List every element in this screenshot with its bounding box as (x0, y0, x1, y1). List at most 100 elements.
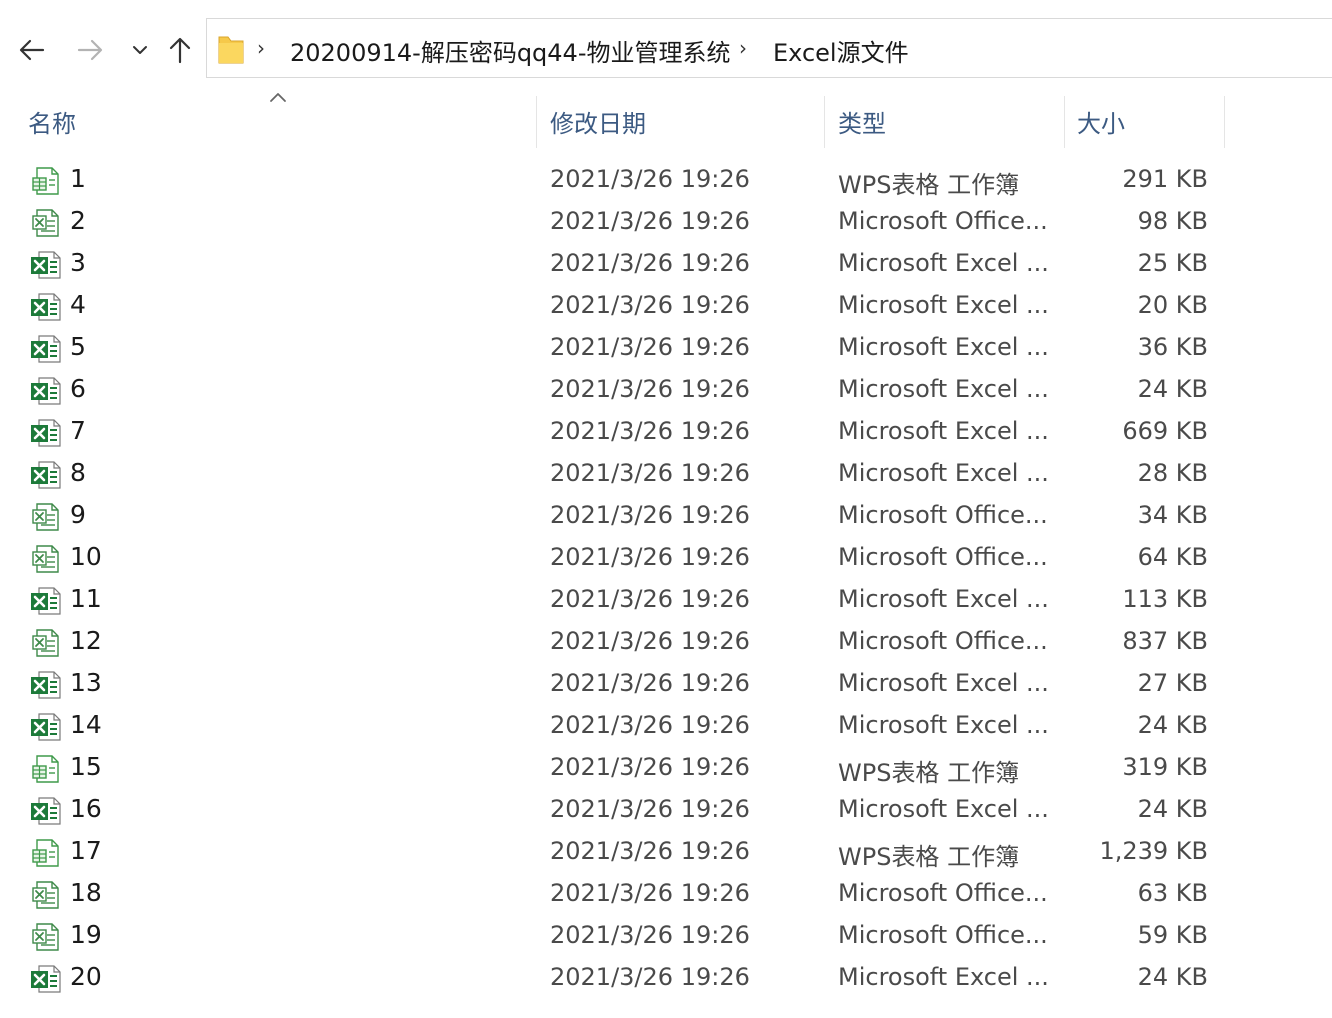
file-modified-date: 2021/3/26 19:26 (550, 375, 750, 403)
excel-file-icon (30, 585, 62, 617)
file-modified-date: 2021/3/26 19:26 (550, 459, 750, 487)
folder-icon (218, 36, 244, 64)
file-row[interactable]: 18 2021/3/26 19:26 Microsoft Office... 63 K… (0, 874, 1332, 916)
file-row[interactable]: 14 2021/3/26 19:26 Microsoft Excel ... 24 K… (0, 706, 1332, 748)
file-modified-date: 2021/3/26 19:26 (550, 585, 750, 613)
file-size: 20 KB (1137, 291, 1208, 319)
file-modified-date: 2021/3/26 19:26 (550, 333, 750, 361)
file-type: Microsoft Excel ... (838, 585, 1049, 613)
file-name: 18 (70, 878, 102, 907)
file-size: 291 KB (1122, 165, 1208, 193)
file-size: 1,239 KB (1099, 837, 1208, 865)
chevron-down-icon (133, 46, 147, 54)
file-row[interactable]: 16 2021/3/26 19:26 Microsoft Excel ... 24 K… (0, 790, 1332, 832)
file-modified-date: 2021/3/26 19:26 (550, 669, 750, 697)
file-row[interactable]: 15 2021/3/26 19:26 WPS表格 工作簿 319 KB (0, 748, 1332, 790)
column-header-type-label: 类型 (838, 109, 886, 138)
file-name: 4 (70, 290, 86, 319)
office-excel-file-icon (30, 879, 62, 911)
file-type: Microsoft Office... (838, 879, 1048, 907)
file-row[interactable]: 9 2021/3/26 19:26 Microsoft Office... 34 KB (0, 496, 1332, 538)
column-header-name[interactable]: 名称 (28, 92, 528, 150)
file-size: 28 KB (1137, 459, 1208, 487)
column-header-size[interactable]: 大小 (1077, 92, 1217, 150)
column-divider[interactable] (536, 96, 537, 148)
file-row[interactable]: 19 2021/3/26 19:26 Microsoft Office... 59 K… (0, 916, 1332, 958)
excel-file-icon (30, 711, 62, 743)
excel-file-icon (30, 459, 62, 491)
file-row[interactable]: 17 2021/3/26 19:26 WPS表格 工作簿 1,239 KB (0, 832, 1332, 874)
file-size: 24 KB (1137, 795, 1208, 823)
file-size: 59 KB (1137, 921, 1208, 949)
file-size: 34 KB (1137, 501, 1208, 529)
file-name: 2 (70, 206, 86, 235)
file-name: 13 (70, 668, 102, 697)
excel-file-icon (30, 249, 62, 281)
excel-file-icon (30, 417, 62, 449)
file-name: 1 (70, 164, 86, 193)
file-type: Microsoft Excel ... (838, 417, 1049, 445)
wps-spreadsheet-file-icon (30, 753, 62, 785)
file-row[interactable]: 7 2021/3/26 19:26 Microsoft Excel ... 669 K… (0, 412, 1332, 454)
file-type: WPS表格 工作簿 (838, 759, 1020, 787)
file-row[interactable]: 8 2021/3/26 19:26 Microsoft Excel ... 28 KB (0, 454, 1332, 496)
file-type: Microsoft Excel ... (838, 291, 1049, 319)
file-name: 3 (70, 248, 86, 277)
recent-locations-button[interactable] (122, 30, 158, 70)
file-row[interactable]: 13 2021/3/26 19:26 Microsoft Excel ... 27 K… (0, 664, 1332, 706)
address-bar[interactable]: › 20200914-解压密码qq44-物业管理系统 › Excel源文件 (206, 18, 1332, 78)
file-size: 24 KB (1137, 963, 1208, 991)
file-size: 837 KB (1122, 627, 1208, 655)
file-name: 17 (70, 836, 102, 865)
column-header-name-label: 名称 (28, 109, 76, 138)
file-name: 19 (70, 920, 102, 949)
file-row[interactable]: 1 2021/3/26 19:26 WPS表格 工作簿 291 KB (0, 160, 1332, 202)
up-button[interactable] (162, 30, 198, 70)
file-size: 669 KB (1122, 417, 1208, 445)
column-divider[interactable] (1064, 96, 1065, 148)
file-row[interactable]: 11 2021/3/26 19:26 Microsoft Excel ... 113 … (0, 580, 1332, 622)
file-row[interactable]: 2 2021/3/26 19:26 Microsoft Office... 98 KB (0, 202, 1332, 244)
file-row[interactable]: 4 2021/3/26 19:26 Microsoft Excel ... 20 KB (0, 286, 1332, 328)
file-size: 27 KB (1137, 669, 1208, 697)
file-modified-date: 2021/3/26 19:26 (550, 627, 750, 655)
file-type: Microsoft Office... (838, 921, 1048, 949)
file-modified-date: 2021/3/26 19:26 (550, 711, 750, 739)
forward-button[interactable] (72, 30, 108, 70)
file-name: 7 (70, 416, 86, 445)
file-row[interactable]: 5 2021/3/26 19:26 Microsoft Excel ... 36 KB (0, 328, 1332, 370)
file-name: 5 (70, 332, 86, 361)
file-size: 64 KB (1137, 543, 1208, 571)
column-header-date[interactable]: 修改日期 (550, 92, 820, 150)
file-modified-date: 2021/3/26 19:26 (550, 501, 750, 529)
file-row[interactable]: 10 2021/3/26 19:26 Microsoft Office... 64 K… (0, 538, 1332, 580)
file-modified-date: 2021/3/26 19:26 (550, 837, 750, 865)
arrow-right-icon (77, 39, 103, 61)
column-divider[interactable] (1224, 96, 1225, 148)
file-type: Microsoft Excel ... (838, 795, 1049, 823)
column-header-date-label: 修改日期 (550, 109, 646, 138)
office-excel-file-icon (30, 543, 62, 575)
office-excel-file-icon (30, 627, 62, 659)
column-header-type[interactable]: 类型 (838, 92, 1058, 150)
wps-spreadsheet-file-icon (30, 165, 62, 197)
file-row[interactable]: 12 2021/3/26 19:26 Microsoft Office... 837 … (0, 622, 1332, 664)
breadcrumb-parent-folder[interactable]: 20200914-解压密码qq44-物业管理系统 (290, 33, 730, 68)
file-row[interactable]: 6 2021/3/26 19:26 Microsoft Excel ... 24 KB (0, 370, 1332, 412)
file-row[interactable]: 20 2021/3/26 19:26 Microsoft Excel ... 24 K… (0, 958, 1332, 1000)
file-name: 16 (70, 794, 102, 823)
file-modified-date: 2021/3/26 19:26 (550, 207, 750, 235)
file-type: WPS表格 工作簿 (838, 171, 1020, 199)
file-size: 25 KB (1137, 249, 1208, 277)
file-type: Microsoft Excel ... (838, 249, 1049, 277)
back-button[interactable] (14, 30, 50, 70)
column-header-size-label: 大小 (1077, 109, 1125, 138)
file-type: Microsoft Office... (838, 543, 1048, 571)
file-row[interactable]: 3 2021/3/26 19:26 Microsoft Excel ... 25 KB (0, 244, 1332, 286)
breadcrumb-current-folder[interactable]: Excel源文件 (773, 33, 909, 68)
excel-file-icon (30, 795, 62, 827)
column-divider[interactable] (824, 96, 825, 148)
excel-file-icon (30, 669, 62, 701)
file-type: WPS表格 工作簿 (838, 843, 1020, 871)
file-modified-date: 2021/3/26 19:26 (550, 165, 750, 193)
